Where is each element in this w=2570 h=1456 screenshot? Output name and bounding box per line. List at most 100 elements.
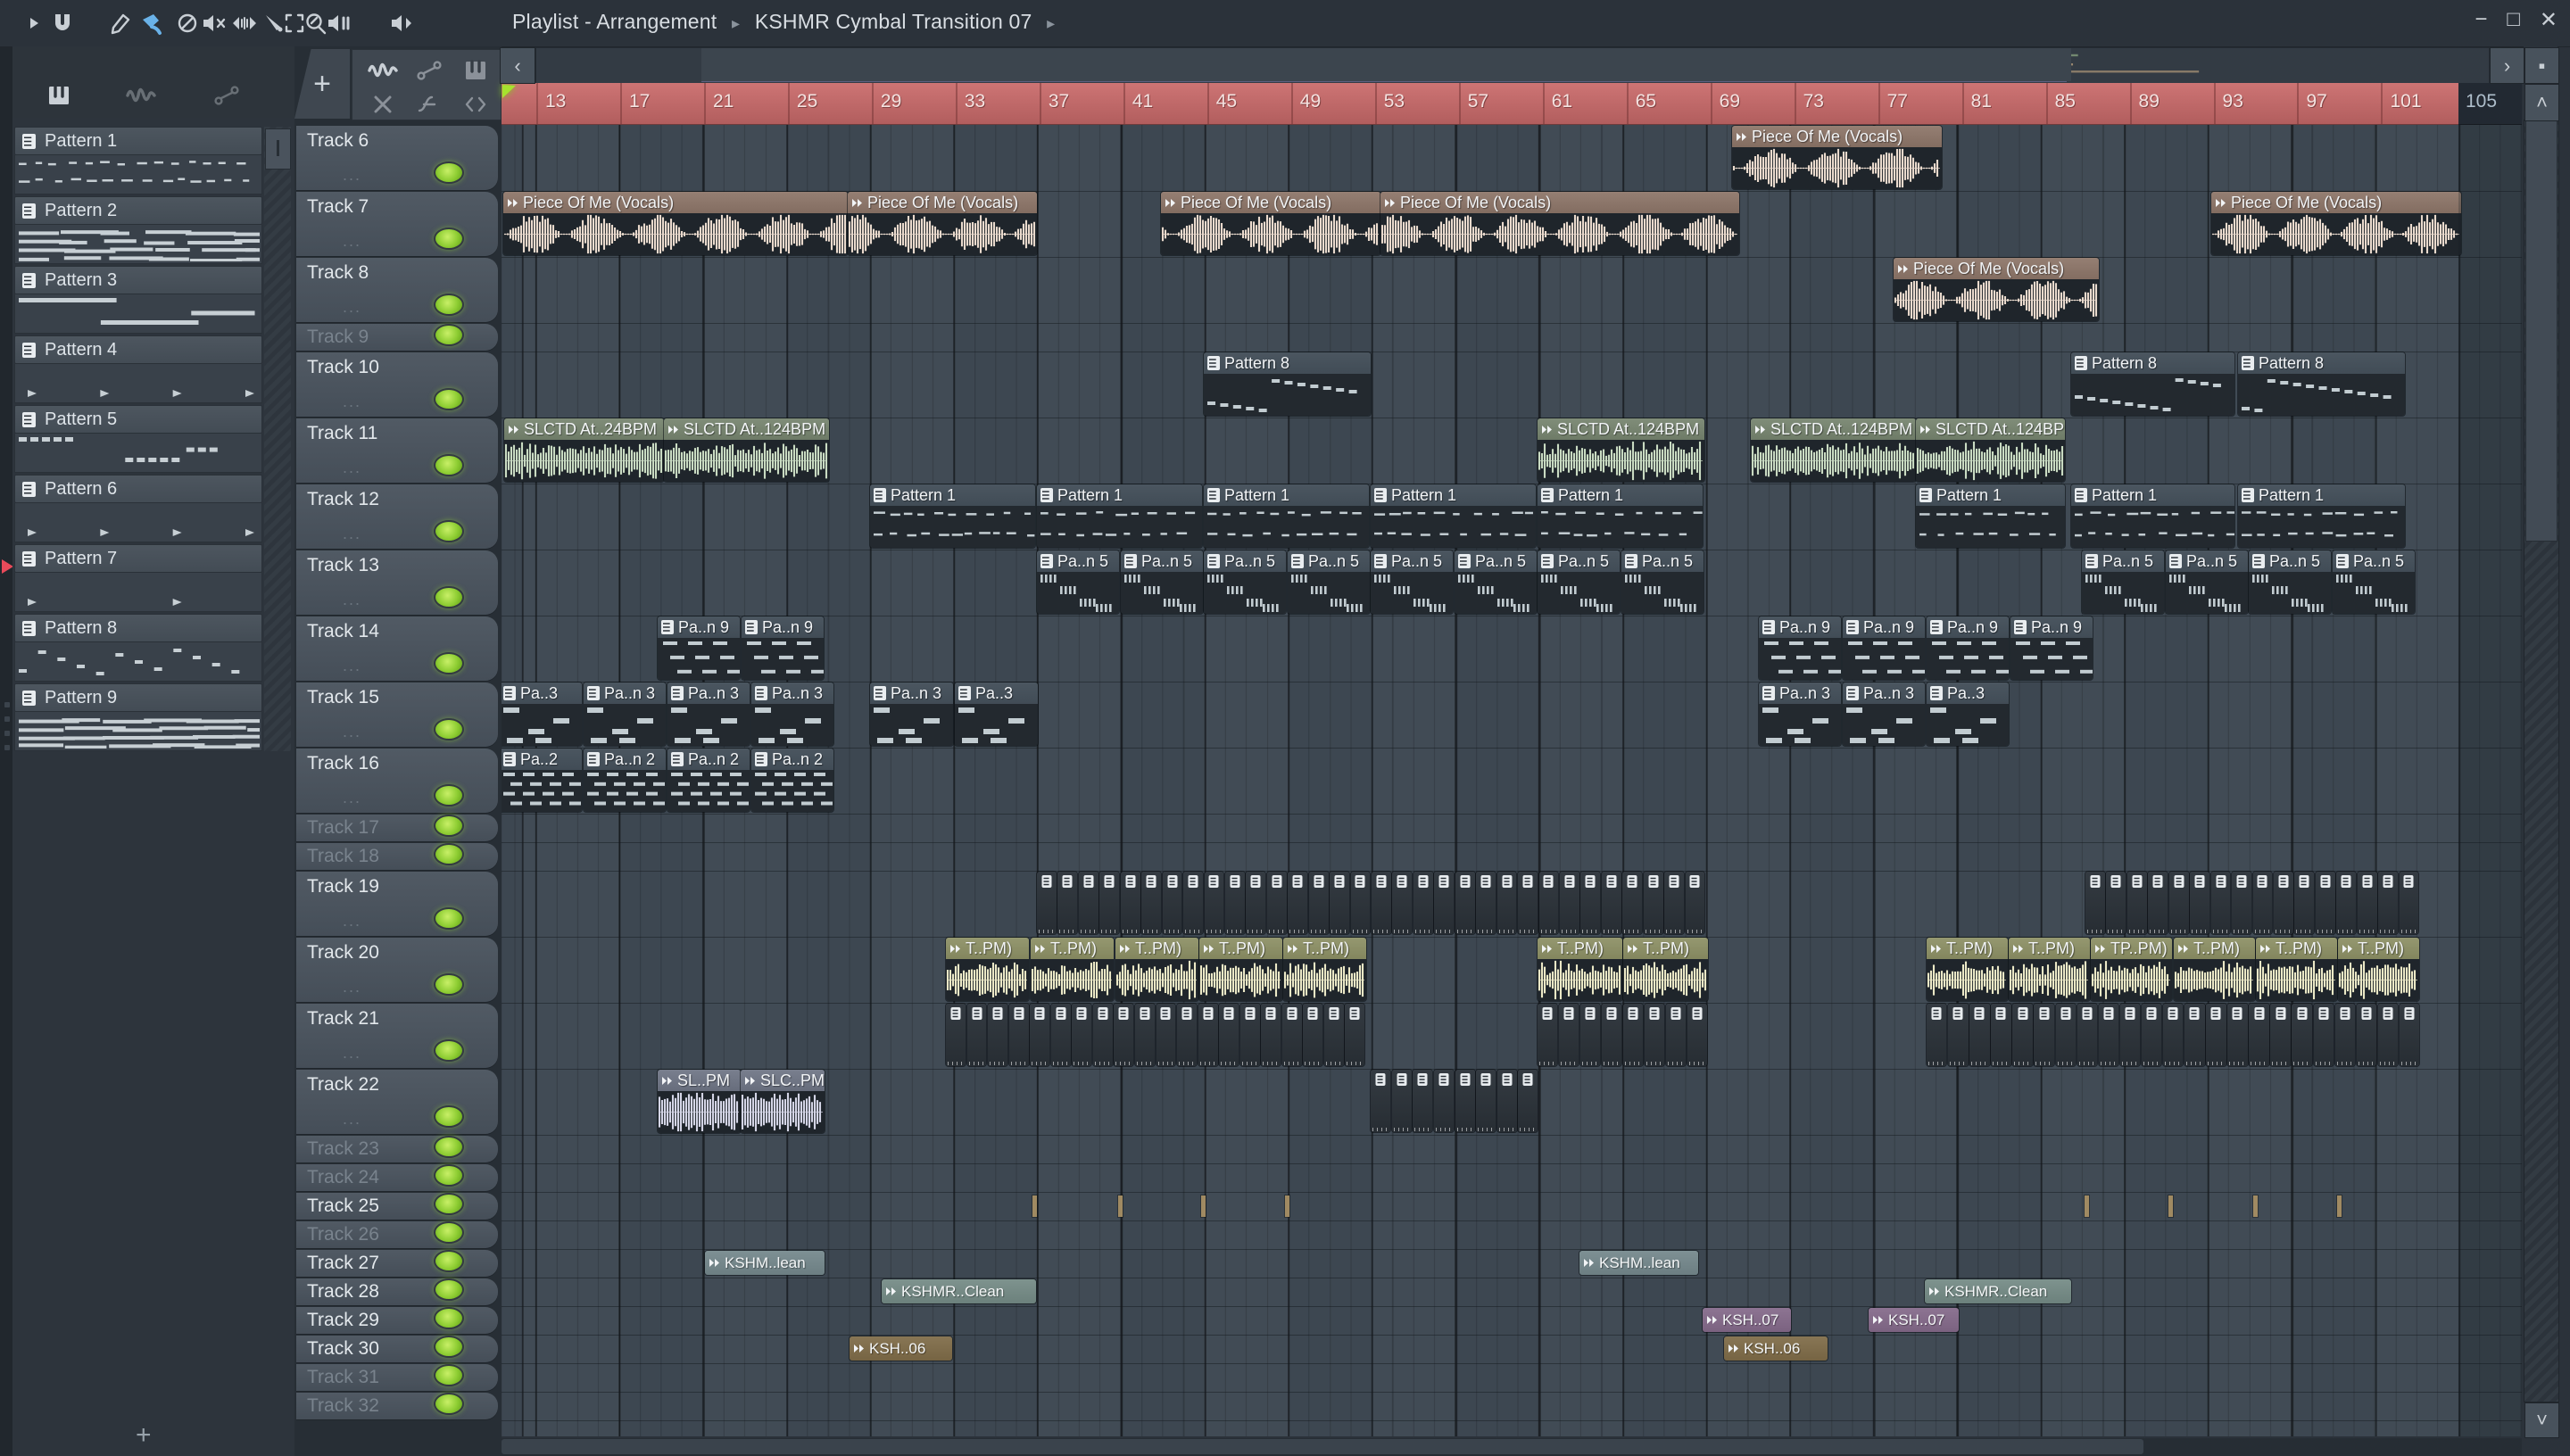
- mini-pattern-cell[interactable]: [1050, 1004, 1071, 1066]
- clip-header[interactable]: Pattern 1: [870, 484, 1035, 506]
- pattern-item-header[interactable]: Pattern 7: [14, 544, 262, 573]
- mini-pattern-cell[interactable]: [1099, 872, 1120, 934]
- preview-icon[interactable]: [323, 7, 355, 39]
- clip-header[interactable]: T..PM): [1283, 938, 1366, 959]
- tool-stretch-icon[interactable]: [458, 89, 493, 120]
- mini-pattern-cell[interactable]: [988, 1004, 1008, 1066]
- pattern-item-header[interactable]: Pattern 2: [14, 196, 262, 225]
- track-header-track-18[interactable]: Track 18: [296, 843, 498, 870]
- scroll-left-button[interactable]: ‹: [500, 47, 535, 84]
- clip-header[interactable]: T..PM): [1031, 938, 1114, 959]
- clip-header[interactable]: Pattern 1: [1037, 484, 1202, 506]
- mini-pattern-cell[interactable]: [2377, 1004, 2399, 1066]
- audio-chip-clip[interactable]: KSHMR..Clean: [1925, 1279, 2071, 1303]
- clip-header[interactable]: Pa..n 3: [1843, 682, 1925, 704]
- clip-header[interactable]: Pa..2: [502, 749, 582, 770]
- audio-clip[interactable]: SLCTD At..124BPM: [1538, 418, 1704, 482]
- audio-chip-clip[interactable]: KSHMR..Clean: [882, 1279, 1036, 1303]
- pattern-list-item[interactable]: Pattern 6: [14, 475, 262, 542]
- pattern-clip[interactable]: Pa..n 9: [1759, 616, 1841, 680]
- track-mute-led[interactable]: [434, 388, 464, 410]
- clip-header[interactable]: Pattern 8: [2238, 352, 2405, 374]
- mini-pattern-cell[interactable]: [1281, 1004, 1302, 1066]
- mini-pattern-cell[interactable]: [1685, 872, 1705, 934]
- pattern-clip[interactable]: Pattern 8: [1204, 352, 1371, 416]
- playlist-overview-scrollbar[interactable]: [535, 47, 2490, 84]
- clip-header[interactable]: Pattern 1: [1916, 484, 2065, 506]
- mini-pattern-cell[interactable]: [2012, 1004, 2033, 1066]
- pattern-clip[interactable]: Pa..3: [1927, 682, 2009, 746]
- clip-header[interactable]: Pa..n 5: [2333, 550, 2415, 572]
- track-header-track-28[interactable]: Track 28: [296, 1278, 498, 1305]
- audio-clip[interactable]: SLCTD At..124BPM: [664, 418, 829, 482]
- mini-pattern-cell[interactable]: [1927, 1004, 1947, 1066]
- mini-pattern-cell[interactable]: [1219, 1004, 1239, 1066]
- pattern-scrollbar-handle[interactable]: [265, 128, 291, 170]
- marker-tick-clip[interactable]: [2085, 1195, 2089, 1217]
- pattern-clip[interactable]: Pa..n 5: [1371, 550, 1453, 614]
- mini-pattern-cell[interactable]: [1371, 1070, 1391, 1132]
- marker-tick-clip[interactable]: [2168, 1195, 2173, 1217]
- clip-header[interactable]: Piece Of Me (Vocals): [2211, 192, 2461, 213]
- mini-pattern-cell[interactable]: [1496, 872, 1517, 934]
- picker-tab-link-icon[interactable]: [207, 80, 246, 111]
- track-mute-led[interactable]: [434, 1221, 464, 1244]
- tool-cut-icon[interactable]: [365, 89, 401, 120]
- clip-header[interactable]: Pa..n 3: [870, 682, 953, 704]
- mini-pattern-cell[interactable]: [1134, 1004, 1155, 1066]
- clip-header[interactable]: Pa..n 3: [751, 682, 833, 704]
- track-header-track-31[interactable]: Track 31: [296, 1364, 498, 1391]
- track-options[interactable]: ...: [343, 912, 361, 931]
- clip-header[interactable]: Pattern 1: [1204, 484, 1369, 506]
- clip-header[interactable]: T..PM): [1623, 938, 1708, 959]
- mini-pattern-cell[interactable]: [2313, 1004, 2334, 1066]
- pattern-clip[interactable]: Pa..n 2: [584, 749, 666, 812]
- pattern-clip[interactable]: Pa..n 9: [1927, 616, 2009, 680]
- track-header-track-15[interactable]: Track 15...: [296, 682, 498, 747]
- clip-header[interactable]: Piece Of Me (Vocals): [1732, 126, 1942, 147]
- track-mute-led[interactable]: [434, 1105, 464, 1128]
- mini-pattern-cell[interactable]: [1350, 872, 1371, 934]
- mini-pattern-cell[interactable]: [2077, 1004, 2098, 1066]
- mini-pattern-cell[interactable]: [1239, 1004, 1260, 1066]
- track-options[interactable]: ...: [343, 232, 361, 251]
- picker-tab-wave-icon[interactable]: [121, 80, 161, 111]
- mini-pattern-cell[interactable]: [2126, 872, 2147, 934]
- pattern-clip[interactable]: Pa..n 5: [1621, 550, 1704, 614]
- track-header-track-13[interactable]: Track 13...: [296, 550, 498, 615]
- mini-pattern-cell[interactable]: [2227, 1004, 2248, 1066]
- mini-pattern-cell[interactable]: [2252, 872, 2273, 934]
- track-header-track-26[interactable]: Track 26: [296, 1221, 498, 1248]
- clip-header[interactable]: Pa..n 9: [2010, 616, 2093, 638]
- overview-menu-button[interactable]: ▪: [2524, 47, 2559, 84]
- pattern-clip[interactable]: Pa..3: [955, 682, 1038, 746]
- marker-tick-clip[interactable]: [2337, 1195, 2342, 1217]
- track-header-track-25[interactable]: Track 25: [296, 1193, 498, 1220]
- mini-pattern-cell[interactable]: [1323, 1004, 1344, 1066]
- mini-pattern-cell[interactable]: [1538, 1004, 1558, 1066]
- clip-header[interactable]: SLCTD At..124BPM: [1751, 418, 1916, 440]
- mini-pattern-cell[interactable]: [1455, 1070, 1475, 1132]
- mini-pattern-cell[interactable]: [1392, 872, 1413, 934]
- track-mute-led[interactable]: [434, 324, 464, 346]
- mini-pattern-cell[interactable]: [1601, 872, 1621, 934]
- mini-pattern-cell[interactable]: [1162, 872, 1182, 934]
- audio-clip[interactable]: T..PM): [1538, 938, 1622, 1001]
- track-mute-led[interactable]: [434, 1039, 464, 1062]
- track-header-track-22[interactable]: Track 22...: [296, 1070, 498, 1134]
- clip-header[interactable]: T..PM): [946, 938, 1029, 959]
- track-header-track-20[interactable]: Track 20...: [296, 938, 498, 1002]
- track-mute-led[interactable]: [434, 586, 464, 608]
- pattern-clip[interactable]: Pattern 8: [2071, 352, 2234, 416]
- mini-pattern-cell[interactable]: [1224, 872, 1245, 934]
- audio-clip[interactable]: T..PM): [2009, 938, 2090, 1001]
- mini-pattern-cell[interactable]: [1518, 872, 1538, 934]
- mini-pattern-cell[interactable]: [1476, 872, 1496, 934]
- mini-pattern-cell[interactable]: [1156, 1004, 1176, 1066]
- track-mute-led[interactable]: [434, 907, 464, 930]
- pattern-clip[interactable]: Pattern 1: [1538, 484, 1703, 548]
- pattern-clip[interactable]: Pattern 1: [1037, 484, 1202, 548]
- mini-pattern-cell[interactable]: [2292, 1004, 2312, 1066]
- mini-pattern-cell[interactable]: [2399, 872, 2419, 934]
- clip-header[interactable]: Pa..n 3: [584, 682, 666, 704]
